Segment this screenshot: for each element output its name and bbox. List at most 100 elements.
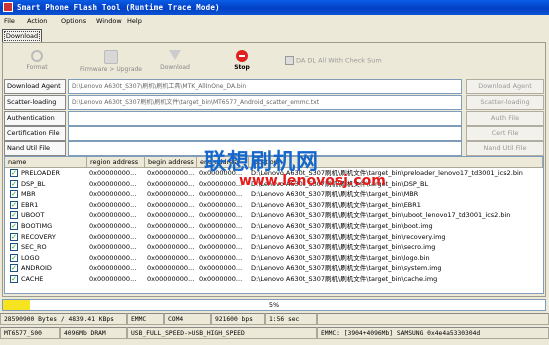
firmware-upgrade-button[interactable]: Firmware > Upgrade xyxy=(72,50,150,73)
status-usb-speed: USB_FULL_SPEED->USB_HIGH_SPEED xyxy=(127,327,317,339)
table-row[interactable]: ✓ MBR 0x00000000... 0x00000000... 0x0000000.… xyxy=(5,189,543,199)
cell-begin: 0x00000000... xyxy=(147,211,195,220)
cell-begin: 0x00000000... xyxy=(147,253,195,262)
cell-end: 0x0000000... xyxy=(199,275,243,283)
checksum-checkbox[interactable]: DA DL All With Check Sum xyxy=(285,56,382,65)
table-row[interactable]: ✓ SEC_RO 0x00000000... 0x00000000... 0x00000… xyxy=(5,242,543,252)
cell-name: DSP_BL xyxy=(21,179,46,188)
firmware-upgrade-label: Firmware > Upgrade xyxy=(80,66,142,73)
checksum-label: DA DL All With Check Sum xyxy=(296,56,382,65)
status-storage: EMMC xyxy=(127,313,164,325)
row-checkbox[interactable]: ✓ xyxy=(10,243,18,252)
cell-region: 0x00000000... xyxy=(89,200,137,209)
cell-name: ANDROID xyxy=(21,264,52,273)
menu-action[interactable]: Action xyxy=(27,17,47,25)
cell-location: D:\Lenovo A630t_S307刷机\刷机文件\target_bin\r… xyxy=(251,232,446,241)
cell-location: D:\Lenovo A630t_S307刷机\刷机文件\target_bin\u… xyxy=(251,211,511,220)
firmware-icon xyxy=(104,50,118,64)
tab-download[interactable]: Download xyxy=(2,29,42,42)
status-port: COM4 xyxy=(164,313,211,325)
row-checkbox[interactable]: ✓ xyxy=(10,264,18,273)
menu-file[interactable]: File xyxy=(4,17,15,25)
auth-file-field[interactable] xyxy=(68,111,462,126)
cert-file-label: Certification File xyxy=(4,126,66,141)
cert-file-button[interactable]: Cert File xyxy=(466,126,544,141)
cell-region: 0x00000000... xyxy=(89,211,137,220)
menu-window[interactable]: Window xyxy=(96,17,122,25)
status-time: 1:56 sec xyxy=(265,313,317,325)
window-title: Smart Phone Flash Tool (Runtime Trace Mo… xyxy=(17,3,220,12)
col-region-address[interactable]: region address xyxy=(87,157,145,167)
auth-file-label: Authentication File xyxy=(4,111,66,135)
download-label: Download xyxy=(160,64,190,71)
download-icon xyxy=(169,50,181,60)
menu-bar: File Action Options Window Help xyxy=(0,15,549,27)
row-checkbox[interactable]: ✓ xyxy=(10,253,18,262)
cell-location: D:\Lenovo A630t_S307刷机\刷机文件\target_bin\E… xyxy=(251,200,421,209)
cell-begin: 0x00000000... xyxy=(147,190,195,199)
stop-label: Stop xyxy=(234,64,250,71)
download-button[interactable]: Download xyxy=(150,50,200,71)
table-row[interactable]: ✓ UBOOT 0x00000000... 0x00000000... 0x000000… xyxy=(5,210,543,220)
cell-name: SEC_RO xyxy=(21,243,47,252)
cell-end: 0x0000000... xyxy=(199,253,243,262)
col-begin-address[interactable]: begin address xyxy=(145,157,197,167)
row-checkbox[interactable]: ✓ xyxy=(10,200,18,209)
cell-begin: 0x00000000... xyxy=(147,169,195,177)
cell-begin: 0x00000000... xyxy=(147,243,195,252)
cell-region: 0x00000000... xyxy=(89,190,137,199)
download-agent-field[interactable]: D:\Lenovo A630t_S307\刷机\刷机工具\MTK_AllInOn… xyxy=(68,79,462,94)
table-row[interactable]: ✓ CACHE 0x00000000... 0x00000000... 0x000000… xyxy=(5,274,543,284)
cell-location: D:\Lenovo A630t_S307刷机\刷机文件\target_bin\c… xyxy=(251,275,438,283)
row-checkbox[interactable]: ✓ xyxy=(10,190,18,199)
checksum-box xyxy=(285,56,294,65)
progress-percent: 5% xyxy=(268,301,280,309)
cell-name: RECOVERY xyxy=(21,232,56,241)
cell-begin: 0x00000000... xyxy=(147,232,195,241)
nand-util-button[interactable]: Nand Util File xyxy=(466,141,544,156)
row-checkbox[interactable]: ✓ xyxy=(10,275,18,283)
auth-file-button[interactable]: Auth File xyxy=(466,111,544,126)
row-checkbox[interactable]: ✓ xyxy=(10,222,18,230)
nand-util-label: Nand Util File xyxy=(4,141,66,156)
cell-end: 0x0000000... xyxy=(199,200,243,209)
status-bytes: 28590900 Bytes / 4839.41 KBps xyxy=(0,313,127,325)
status-empty xyxy=(317,313,549,325)
row-checkbox[interactable]: ✓ xyxy=(10,169,18,177)
row-checkbox[interactable]: ✓ xyxy=(10,232,18,241)
col-name[interactable]: name xyxy=(5,157,87,167)
stop-button[interactable]: Stop xyxy=(217,50,267,71)
cell-begin: 0x00000000... xyxy=(147,222,195,230)
cell-end: 0x0000000... xyxy=(199,222,243,230)
row-checkbox[interactable]: ✓ xyxy=(10,211,18,220)
cell-region: 0x00000000... xyxy=(89,232,137,241)
status-chip: MT6577_S00 xyxy=(0,327,60,339)
cell-region: 0x00000000... xyxy=(89,243,137,252)
row-checkbox[interactable]: ✓ xyxy=(10,179,18,188)
menu-options[interactable]: Options xyxy=(61,17,86,25)
cell-region: 0x00000000... xyxy=(89,169,137,177)
cell-name: PRELOADER xyxy=(21,169,61,177)
table-row[interactable]: ✓ ANDROID 0x00000000... 0x00000000... 0x0000… xyxy=(5,263,543,273)
scatter-loading-button[interactable]: Scatter-loading xyxy=(466,95,544,110)
cell-region: 0x00000000... xyxy=(89,179,137,188)
table-row[interactable]: ✓ RECOVERY 0x00000000... 0x00000000... 0x000… xyxy=(5,232,543,242)
cert-file-field[interactable] xyxy=(68,126,462,141)
cell-end: 0x0000000... xyxy=(199,211,243,220)
cell-begin: 0x00000000... xyxy=(147,200,195,209)
table-row[interactable]: ✓ EBR1 0x00000000... 0x00000000... 0x0000000… xyxy=(5,200,543,210)
format-button[interactable]: Format xyxy=(12,50,62,71)
status-row-1: 28590900 Bytes / 4839.41 KBps EMMC COM4 … xyxy=(0,313,549,325)
cell-end: 0x0000000... xyxy=(199,232,243,241)
scatter-file-label: Scatter-loading File xyxy=(4,95,66,119)
scatter-file-field[interactable]: D:\Lenovo A630t_S307刷机\刷机文件\target_bin\M… xyxy=(68,95,462,110)
cell-begin: 0x00000000... xyxy=(147,275,195,283)
download-agent-button[interactable]: Download Agent xyxy=(466,79,544,94)
menu-help[interactable]: Help xyxy=(127,17,142,25)
status-baud: 921600 bps xyxy=(211,313,265,325)
app-icon xyxy=(3,2,13,12)
table-row[interactable]: ✓ BOOTIMG 0x00000000... 0x00000000... 0x0000… xyxy=(5,221,543,231)
cell-location: D:\Lenovo A630t_S307刷机\刷机文件\target_bin\l… xyxy=(251,253,430,262)
table-row[interactable]: ✓ LOGO 0x00000000... 0x00000000... 0x0000000… xyxy=(5,253,543,263)
cell-end: 0x0000000... xyxy=(199,190,243,199)
